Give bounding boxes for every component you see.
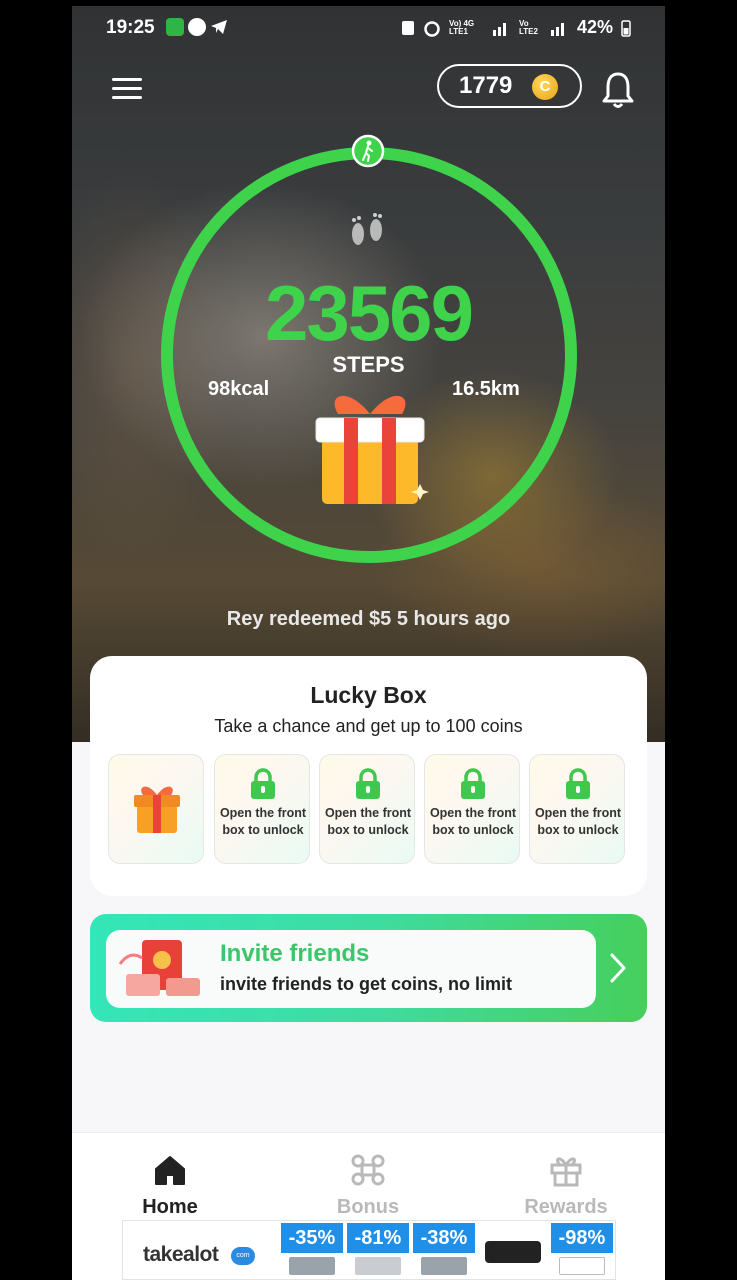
lock-icon (566, 768, 590, 799)
coin-balance-button[interactable]: 1779 C (437, 64, 582, 108)
home-icon (155, 1156, 185, 1185)
alarm-icon (424, 20, 440, 37)
laptop-thumbnail (421, 1257, 467, 1275)
earphones-thumbnail (559, 1257, 605, 1275)
lucky-box-5[interactable]: Open the front box to unlock (529, 754, 625, 864)
laptop-thumbnail (289, 1257, 335, 1275)
status-time: 19:25 (106, 17, 155, 38)
nav-home-label: Home (142, 1196, 198, 1218)
steps-label: STEPS (332, 352, 405, 377)
nav-bonus-label: Bonus (336, 1196, 400, 1218)
signal-icon-1 (492, 22, 506, 36)
lucky-box-title: Lucky Box (310, 682, 427, 708)
nav-bonus[interactable]: Bonus (308, 1153, 428, 1219)
chevron-right-icon (610, 953, 626, 983)
deal-percent: -35% (281, 1223, 343, 1253)
locked-text: Open the front box to unlock (219, 806, 307, 837)
invite-title: Invite friends (220, 940, 370, 967)
battery-percent: 42% (576, 17, 613, 37)
battery-icon (621, 19, 631, 37)
deal-percent: -81% (347, 1223, 409, 1253)
keyboard-thumbnail (355, 1257, 401, 1275)
locked-text: Open the front box to unlock (324, 806, 412, 837)
status-bar: 19:25 Vo) 4G LTE1 Vo LTE2 42% (72, 6, 665, 50)
phone-screen: 19:25 Vo) 4G LTE1 Vo LTE2 42% 1779 C 235… (72, 6, 665, 1280)
invite-content: Invite friends invite friends to get coi… (106, 930, 596, 1008)
lucky-box-2[interactable]: Open the front box to unlock (214, 754, 310, 864)
ad-deal-2[interactable]: -81% (347, 1223, 409, 1279)
lock-icon (356, 768, 380, 799)
bell-icon[interactable] (600, 70, 636, 110)
device-thumbnail (485, 1241, 541, 1263)
distance-value: 16.5km (452, 378, 520, 400)
ad-brand-badge: com (231, 1247, 255, 1265)
s-app-icon (188, 18, 206, 36)
locked-text: Open the front box to unlock (429, 806, 517, 837)
carrier-2: Vo LTE2 (518, 18, 538, 36)
signal-icon-2 (550, 22, 564, 36)
lucky-box-4[interactable]: Open the front box to unlock (424, 754, 520, 864)
telegram-icon (211, 20, 227, 34)
lock-icon (461, 768, 485, 799)
gift-box-icon[interactable] (308, 384, 432, 514)
ad-product[interactable] (481, 1223, 545, 1279)
deal-percent: -38% (413, 1223, 475, 1253)
footprints-icon (352, 213, 382, 245)
lucky-box-3[interactable]: Open the front box to unlock (319, 754, 415, 864)
ad-deal-3[interactable]: -38% (413, 1223, 475, 1279)
sim-icon (401, 20, 414, 35)
nav-rewards[interactable]: Rewards (506, 1153, 626, 1219)
invite-subtitle: invite friends to get coins, no limit (220, 974, 513, 994)
walker-icon (351, 134, 385, 168)
step-count: 23569 (265, 269, 474, 357)
gift-outline-icon (550, 1157, 582, 1187)
ad-deal-1[interactable]: -35% (281, 1223, 343, 1279)
notification-icons (166, 18, 228, 36)
redeem-ticker: Rey redeemed $5 5 hours ago (226, 608, 511, 630)
phone-app-icon (166, 18, 184, 36)
lucky-box-1[interactable] (108, 754, 204, 864)
bonus-icon (351, 1154, 385, 1186)
lucky-box-subtitle: Take a chance and get up to 100 coins (214, 716, 523, 736)
ad-brand-logo: takealot (143, 1243, 219, 1266)
nav-home[interactable]: Home (110, 1153, 230, 1219)
hamburger-menu-icon[interactable] (112, 78, 142, 102)
nav-rewards-label: Rewards (524, 1196, 608, 1218)
gift-icon (134, 786, 180, 833)
coin-balance: 1779 (459, 72, 513, 99)
lock-icon (251, 768, 275, 799)
status-right: Vo) 4G LTE1 Vo LTE2 42% (401, 17, 631, 38)
invite-friends-banner[interactable]: Invite friends invite friends to get coi… (90, 914, 647, 1022)
coin-icon: C (532, 74, 558, 100)
ad-deal-4[interactable]: -98% (551, 1223, 613, 1279)
locked-text: Open the front box to unlock (534, 806, 622, 837)
carrier-1: Vo) 4G LTE1 (448, 18, 475, 36)
calories-value: 98kcal (208, 378, 270, 400)
red-envelope-icon (118, 940, 200, 996)
lucky-box-card: Lucky Box Take a chance and get up to 10… (90, 656, 647, 896)
ad-banner[interactable]: takealot com -35% -81% -38% -98% (122, 1220, 616, 1280)
deal-percent: -98% (551, 1223, 613, 1253)
